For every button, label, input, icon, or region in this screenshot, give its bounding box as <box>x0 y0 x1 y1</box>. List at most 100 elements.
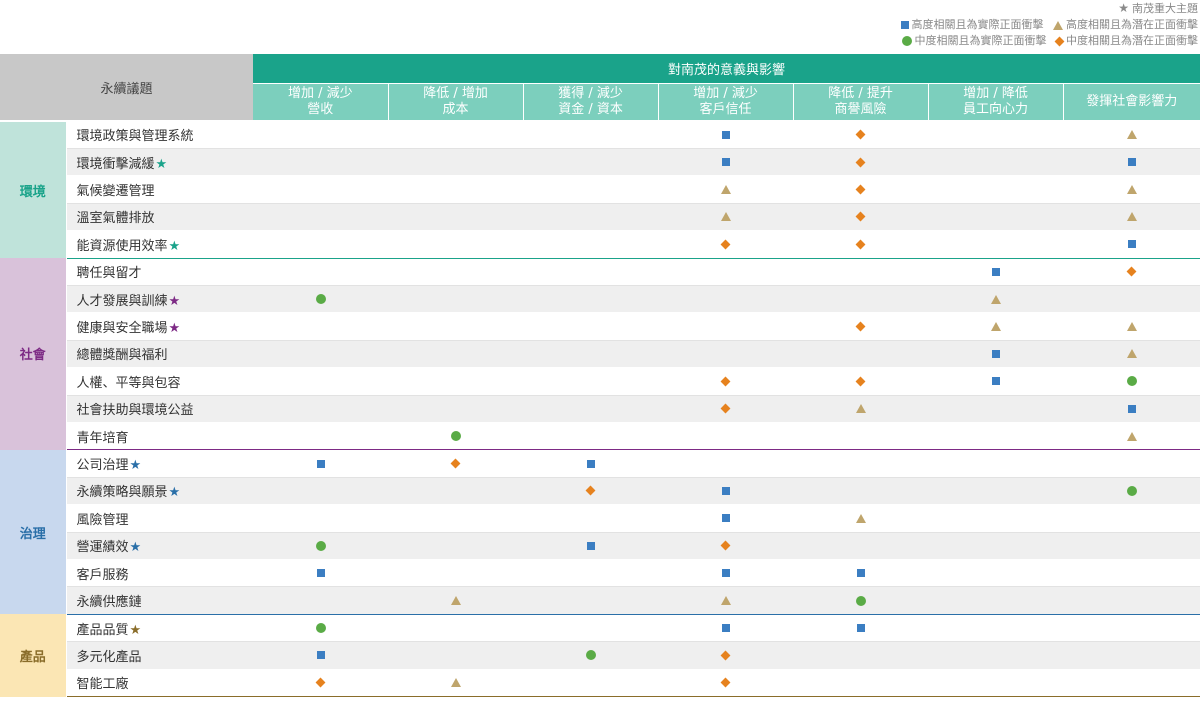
impact-cell <box>928 340 1064 369</box>
tan-triangle-icon <box>1126 349 1137 359</box>
legend-row-mid: 中度相關且為實際正面衝擊 中度相關且為潛在正面衝擊 <box>895 33 1198 49</box>
tan-triangle-icon <box>720 212 731 222</box>
orange-diamond-icon <box>855 130 866 140</box>
impact-cell <box>658 669 794 698</box>
topic-name-cell: 客戶服務 <box>66 559 254 588</box>
table-row: 治理 公司治理★ <box>0 449 1200 615</box>
column-header-customer-trust: 增加 / 減少 客戶信任 <box>658 83 794 122</box>
impact-cell <box>793 614 929 643</box>
impact-cell <box>253 614 389 643</box>
orange-diamond-icon <box>855 239 866 250</box>
column-header-line: 客戶信任 <box>699 101 752 117</box>
table-row: 產品 產品品質★ <box>0 614 1200 697</box>
table-row: 總體獎酬與福利 <box>0 340 1200 369</box>
table-row: 客戶服務 <box>0 559 1200 588</box>
table-row: 氣候變遷管理 <box>0 175 1200 204</box>
impact-cell <box>388 203 524 232</box>
star-icon: ★ <box>129 622 142 638</box>
impact-cell <box>523 641 659 670</box>
topic-name-cell: 產品品質★ <box>66 614 254 643</box>
green-circle-icon <box>1126 376 1137 387</box>
table-row: 溫室氣體排放 <box>0 203 1200 232</box>
impact-cell <box>253 586 389 615</box>
impact-cell <box>658 395 794 423</box>
impact-cell <box>388 230 524 259</box>
blue-square-icon <box>856 624 865 633</box>
impact-cell <box>928 230 1064 259</box>
orange-diamond-icon <box>1054 36 1065 46</box>
topic-name: 風險管理 <box>76 512 129 528</box>
impact-cell <box>658 367 794 396</box>
category-label: 環境 <box>0 121 67 259</box>
topic-name-cell: 人權、平等與包容 <box>66 367 254 396</box>
impact-cell <box>253 422 389 451</box>
impact-cell <box>253 395 389 423</box>
impact-cell <box>253 669 389 698</box>
impact-cell <box>523 203 659 232</box>
orange-diamond-icon <box>855 321 866 332</box>
impact-cell <box>523 367 659 396</box>
impact-cell <box>793 641 929 670</box>
impact-cell <box>1063 504 1200 533</box>
table-row: 多元化產品 <box>0 641 1200 670</box>
impact-cell <box>253 230 389 259</box>
impact-cell <box>658 586 794 615</box>
topic-name-cell: 人才發展與訓練★ <box>66 285 254 314</box>
impact-cell <box>523 532 659 561</box>
impact-cell <box>253 121 389 149</box>
impact-cell <box>928 175 1064 204</box>
topic-name-cell: 健康與安全職場★ <box>66 312 254 341</box>
impact-cell <box>253 641 389 670</box>
star-icon: ★ <box>168 321 181 337</box>
topic-name-cell: 總體獎酬與福利 <box>66 340 254 369</box>
star-icon: ★ <box>129 458 142 474</box>
impact-cell <box>928 121 1064 149</box>
impact-cell <box>793 340 929 369</box>
impact-cell <box>388 614 524 643</box>
impact-cell <box>523 504 659 533</box>
impact-cell <box>658 477 794 506</box>
impact-cell <box>928 203 1064 232</box>
star-icon: ★ <box>1118 1 1129 15</box>
impact-cell <box>253 532 389 561</box>
impact-cell <box>658 504 794 533</box>
blue-square-icon <box>856 569 865 578</box>
topic-name: 能資源使用效率 <box>76 238 168 254</box>
impact-cell <box>793 175 929 204</box>
impact-cell <box>388 669 524 698</box>
impact-cell <box>388 395 524 423</box>
green-circle-icon <box>1126 485 1137 496</box>
impact-cell <box>253 285 389 314</box>
legend-item-mid-actual: 中度相關且為實際正面衝擊 <box>901 34 1047 47</box>
impact-cell <box>658 641 794 670</box>
table-row: 健康與安全職場★ <box>0 312 1200 341</box>
blue-square-icon <box>721 158 730 167</box>
impact-cell <box>523 175 659 204</box>
impact-cell <box>1063 148 1200 177</box>
impact-cell <box>388 340 524 369</box>
topic-name-cell: 青年培育 <box>66 422 254 451</box>
impact-group-header: 對南茂的意義與影響 <box>253 54 1200 84</box>
impact-cell <box>928 395 1064 423</box>
tan-triangle-icon <box>450 596 461 606</box>
impact-cell <box>388 532 524 561</box>
topic-name: 人才發展與訓練 <box>76 293 168 309</box>
topic-name: 社會扶助與環境公益 <box>76 403 194 419</box>
impact-cell <box>253 312 389 341</box>
impact-cell <box>658 203 794 232</box>
impact-cell <box>523 285 659 314</box>
impact-cell <box>523 449 659 478</box>
green-circle-icon <box>855 595 866 606</box>
topic-name: 溫室氣體排放 <box>76 211 155 227</box>
impact-cell <box>793 449 929 478</box>
topic-name: 總體獎酬與福利 <box>76 348 168 364</box>
impact-cell <box>1063 285 1200 314</box>
orange-diamond-icon <box>1126 266 1137 277</box>
impact-cell <box>523 669 659 698</box>
table-row: 人才發展與訓練★ <box>0 285 1200 314</box>
impact-cell <box>658 285 794 314</box>
impact-cell <box>928 449 1064 478</box>
impact-cell <box>523 258 659 286</box>
blue-square-icon <box>721 569 730 578</box>
column-header-capital: 獲得 / 減少 資金 / 資本 <box>523 83 659 122</box>
